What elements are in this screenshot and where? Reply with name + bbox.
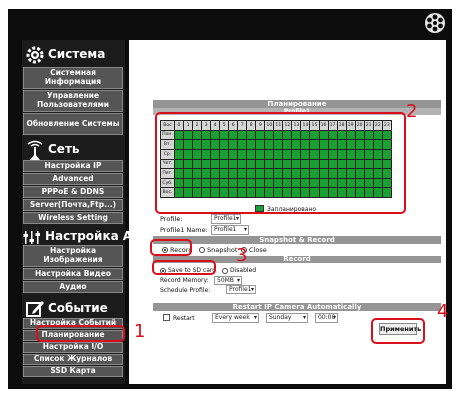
restart-time-select[interactable]: 00:00 xyxy=(315,313,338,323)
grid-highlight xyxy=(155,112,406,214)
record-memory-select[interactable]: 50MB xyxy=(214,276,242,285)
profile-name-input[interactable]: Profile1 xyxy=(211,225,249,235)
sidebar-header-label: Сеть xyxy=(48,142,80,156)
schedule-profile-select[interactable]: Profile1 xyxy=(226,285,256,294)
schedule-profile-label: Schedule Profile: xyxy=(160,287,211,294)
antenna-icon xyxy=(27,140,43,160)
record-highlight xyxy=(150,239,192,256)
sidebar-item-advanced[interactable]: Advanced xyxy=(23,173,123,185)
profile-select[interactable]: Profile1 xyxy=(211,214,241,224)
apply-highlight xyxy=(371,318,425,344)
sidebar-header-label: Событие xyxy=(48,301,108,315)
film-reel-logo-icon xyxy=(425,13,445,33)
sidebar-item-system-info[interactable]: Системная Информация xyxy=(23,67,123,89)
sidebar-item-io[interactable]: Настройка I/O xyxy=(23,342,123,353)
annotation-number-4: 4 xyxy=(437,301,449,322)
schedule-item-highlight xyxy=(36,325,125,342)
profile-label: Profile: xyxy=(160,215,183,223)
sidebar-item-image[interactable]: Настройка Изображения xyxy=(23,245,123,267)
restart-checkbox[interactable] xyxy=(163,314,170,321)
disabled-label: Disabled xyxy=(230,267,257,274)
save-sd-highlight xyxy=(152,260,216,275)
annotation-number-3: 3 xyxy=(236,245,248,266)
annotation-number-2: 2 xyxy=(406,101,418,122)
sidebar-item-update[interactable]: Обновление Системы xyxy=(23,113,123,135)
sidebar-header-system: Система xyxy=(22,42,125,70)
sidebar-item-server[interactable]: Server(Почта,Ftp...) xyxy=(23,199,123,211)
disabled-radio[interactable] xyxy=(222,268,228,274)
sidebar-item-users[interactable]: Управление Пользователями xyxy=(23,90,123,112)
sidebar-header-label: Система xyxy=(48,47,106,61)
profile-name-label: Profile1 Name: xyxy=(160,226,208,234)
close-option-label: Close xyxy=(249,246,267,254)
sidebar-item-audio[interactable]: Аудио xyxy=(23,281,123,293)
restart-label: Restart xyxy=(173,315,195,322)
sidebar-item-logs[interactable]: Список Журналов xyxy=(23,354,123,365)
snapshot-option-label: Snapshot xyxy=(207,246,238,254)
equalizer-icon xyxy=(23,231,40,244)
sidebar-item-video[interactable]: Настройка Видео xyxy=(23,268,123,280)
sidebar-item-sd-card[interactable]: SSD Карта xyxy=(23,366,123,377)
gear-icon xyxy=(26,46,44,64)
snapshot-radio[interactable] xyxy=(199,247,205,253)
schedule-header: Планирование xyxy=(153,100,441,108)
restart-header: Restart IP Camera Automatically xyxy=(153,303,441,311)
sidebar-item-pppoe[interactable]: PPPoE & DDNS xyxy=(23,186,123,198)
restart-frequency-select[interactable]: Every week xyxy=(212,313,259,323)
snapshot-header: Snapshot & Record xyxy=(153,236,441,244)
annotation-number-1: 1 xyxy=(134,321,146,342)
sidebar-item-ip[interactable]: Настройка IP xyxy=(23,160,123,172)
sidebar-item-wireless[interactable]: Wireless Setting xyxy=(23,212,123,224)
restart-day-select[interactable]: Sunday xyxy=(266,313,308,323)
edit-icon xyxy=(26,301,44,317)
record-memory-label: Record Memory: xyxy=(160,277,209,284)
